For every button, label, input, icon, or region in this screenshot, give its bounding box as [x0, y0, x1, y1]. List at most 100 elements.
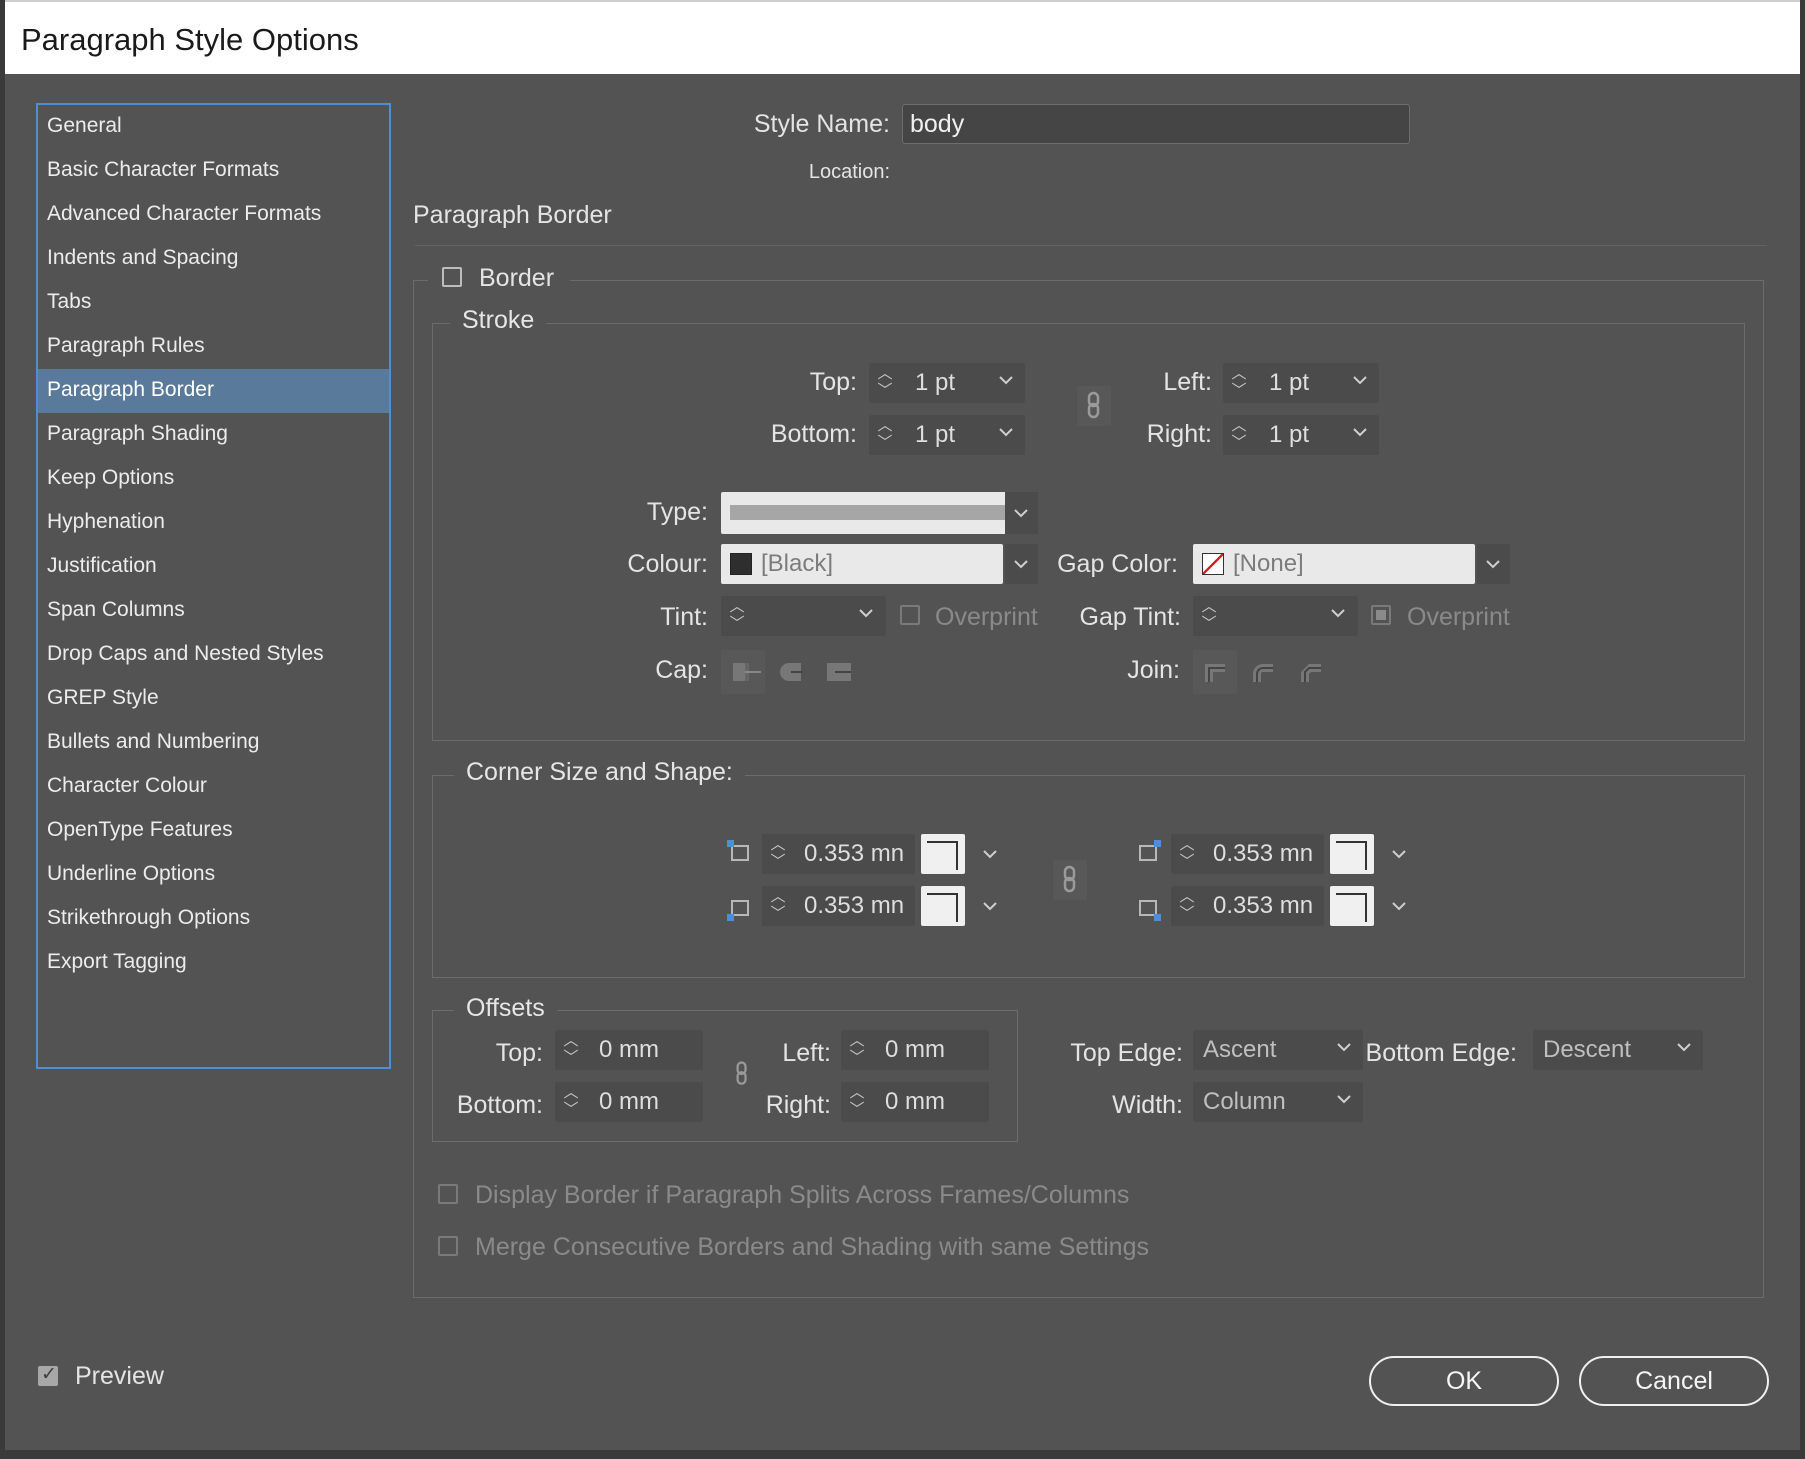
sidebar-item-justification[interactable]: Justification	[38, 545, 389, 589]
corner-shape-swatch[interactable]	[1330, 886, 1374, 926]
merge-borders-checkbox[interactable]	[438, 1236, 458, 1256]
chevron-down-icon[interactable]	[1335, 1038, 1353, 1056]
offset-right-field[interactable]: ︿ ﹀ 0 mm	[841, 1082, 989, 1122]
bottom-right-corner-icon	[1135, 896, 1163, 924]
butt-cap-icon[interactable]	[721, 650, 765, 694]
sidebar-item-hyphenation[interactable]: Hyphenation	[38, 501, 389, 545]
sidebar-item-general[interactable]: General	[38, 105, 389, 149]
sidebar-item-drop-caps-and-nested-styles[interactable]: Drop Caps and Nested Styles	[38, 633, 389, 677]
sidebar-item-opentype-features[interactable]: OpenType Features	[38, 809, 389, 853]
colour-dropdown-button[interactable]	[1005, 544, 1038, 584]
ok-button[interactable]: OK	[1369, 1356, 1559, 1406]
bevel-join-icon[interactable]	[1289, 650, 1333, 694]
sidebar-item-paragraph-border[interactable]: Paragraph Border	[38, 369, 389, 413]
stroke-left-field[interactable]: ︿ ﹀ 1 pt	[1223, 363, 1379, 403]
chevron-down-icon[interactable]	[1484, 555, 1502, 573]
dialog-title: Paragraph Style Options	[21, 22, 359, 57]
cancel-button[interactable]: Cancel	[1579, 1356, 1769, 1406]
link-chain-icon[interactable]	[1053, 860, 1087, 900]
width-dropdown[interactable]: Column	[1193, 1082, 1363, 1122]
sidebar-item-character-colour[interactable]: Character Colour	[38, 765, 389, 809]
corner-top-left-field[interactable]: ︿ ﹀ 0.353 mn	[762, 834, 915, 874]
stroke-type-dropdown-button[interactable]	[1005, 492, 1038, 534]
gap-tint-field[interactable]: ︿ ﹀	[1193, 596, 1358, 636]
round-join-icon[interactable]	[1241, 650, 1285, 694]
stroke-right-field[interactable]: ︿ ﹀ 1 pt	[1223, 415, 1379, 455]
border-checkbox-label[interactable]: Border	[479, 264, 554, 293]
preview-label[interactable]: Preview	[75, 1362, 164, 1391]
offset-bottom-field[interactable]: ︿ ﹀ 0 mm	[555, 1082, 703, 1122]
chevron-down-icon[interactable]	[981, 897, 999, 915]
chevron-down-icon[interactable]	[981, 845, 999, 863]
round-cap-icon[interactable]	[769, 650, 813, 694]
sidebar-item-underline-options[interactable]: Underline Options	[38, 853, 389, 897]
colour-dropdown[interactable]: [Black]	[721, 544, 1003, 584]
preview-checkbox[interactable]	[38, 1363, 58, 1386]
gap-overprint-checkbox[interactable]	[1371, 605, 1391, 625]
stepper-arrows-icon[interactable]: ︿ ﹀	[875, 417, 895, 453]
chevron-down-icon[interactable]	[857, 604, 875, 622]
chevron-down-icon[interactable]	[1335, 1090, 1353, 1108]
stepper-arrows-icon[interactable]: ︿ ﹀	[1229, 365, 1249, 401]
style-name-input[interactable]	[902, 104, 1410, 144]
corner-shape-swatch[interactable]	[1330, 834, 1374, 874]
chevron-down-icon[interactable]	[1329, 604, 1347, 622]
sidebar-item-basic-character-formats[interactable]: Basic Character Formats	[38, 149, 389, 193]
overprint-checkbox[interactable]	[900, 605, 920, 625]
chevron-down-icon[interactable]	[1012, 504, 1030, 522]
corner-bottom-right-field[interactable]: ︿ ﹀ 0.353 mn	[1171, 886, 1324, 926]
offset-left-field[interactable]: ︿ ﹀ 0 mm	[841, 1030, 989, 1070]
corner-shape-swatch[interactable]	[921, 834, 965, 874]
stepper-arrows-icon[interactable]: ︿ ﹀	[875, 365, 895, 401]
sidebar-item-indents-and-spacing[interactable]: Indents and Spacing	[38, 237, 389, 281]
stepper-arrows-icon[interactable]: ︿ ﹀	[768, 888, 788, 924]
sidebar-item-span-columns[interactable]: Span Columns	[38, 589, 389, 633]
chevron-down-icon[interactable]	[997, 423, 1015, 441]
stepper-arrows-icon[interactable]: ︿ ﹀	[1177, 888, 1197, 924]
stepper-arrows-icon[interactable]: ︿ ﹀	[847, 1032, 867, 1068]
stroke-left-value: 1 pt	[1269, 369, 1310, 396]
border-checkbox[interactable]	[442, 267, 462, 287]
sidebar-item-export-tagging[interactable]: Export Tagging	[38, 941, 389, 985]
stepper-arrows-icon[interactable]: ︿ ﹀	[727, 598, 747, 634]
sidebar-item-tabs[interactable]: Tabs	[38, 281, 389, 325]
miter-join-icon[interactable]	[1193, 650, 1237, 694]
sidebar-item-bullets-and-numbering[interactable]: Bullets and Numbering	[38, 721, 389, 765]
gap-color-dropdown-button[interactable]	[1477, 544, 1510, 584]
offset-right-value: 0 mm	[885, 1088, 945, 1115]
chevron-down-icon[interactable]	[997, 371, 1015, 389]
top-edge-dropdown[interactable]: Ascent	[1193, 1030, 1363, 1070]
tint-field[interactable]: ︿ ﹀	[721, 596, 886, 636]
display-split-checkbox[interactable]	[438, 1184, 458, 1204]
stepper-arrows-icon[interactable]: ︿ ﹀	[768, 836, 788, 872]
stepper-arrows-icon[interactable]: ︿ ﹀	[561, 1084, 581, 1120]
stepper-arrows-icon[interactable]: ︿ ﹀	[1177, 836, 1197, 872]
chevron-down-icon[interactable]	[1390, 845, 1408, 863]
offset-top-field[interactable]: ︿ ﹀ 0 mm	[555, 1030, 703, 1070]
stepper-arrows-icon[interactable]: ︿ ﹀	[847, 1084, 867, 1120]
sidebar-item-grep-style[interactable]: GREP Style	[38, 677, 389, 721]
stepper-arrows-icon[interactable]: ︿ ﹀	[1199, 598, 1219, 634]
corner-top-right-field[interactable]: ︿ ﹀ 0.353 mn	[1171, 834, 1324, 874]
sidebar-item-advanced-character-formats[interactable]: Advanced Character Formats	[38, 193, 389, 237]
corner-shape-swatch[interactable]	[921, 886, 965, 926]
stepper-arrows-icon[interactable]: ︿ ﹀	[561, 1032, 581, 1068]
stroke-bottom-field[interactable]: ︿ ﹀ 1 pt	[869, 415, 1025, 455]
top-edge-value: Ascent	[1203, 1036, 1277, 1063]
corner-bottom-left-field[interactable]: ︿ ﹀ 0.353 mn	[762, 886, 915, 926]
chevron-down-icon[interactable]	[1390, 897, 1408, 915]
projecting-cap-icon[interactable]	[817, 650, 861, 694]
chevron-down-icon[interactable]	[1351, 371, 1369, 389]
sidebar-item-paragraph-shading[interactable]: Paragraph Shading	[38, 413, 389, 457]
bottom-edge-dropdown[interactable]: Descent	[1533, 1030, 1703, 1070]
sidebar-item-keep-options[interactable]: Keep Options	[38, 457, 389, 501]
stroke-type-dropdown[interactable]	[721, 492, 1038, 534]
gap-color-dropdown[interactable]: [None]	[1193, 544, 1475, 584]
chevron-down-icon[interactable]	[1351, 423, 1369, 441]
stepper-arrows-icon[interactable]: ︿ ﹀	[1229, 417, 1249, 453]
chevron-down-icon[interactable]	[1675, 1038, 1693, 1056]
sidebar-item-strikethrough-options[interactable]: Strikethrough Options	[38, 897, 389, 941]
chevron-down-icon[interactable]	[1012, 555, 1030, 573]
sidebar-item-paragraph-rules[interactable]: Paragraph Rules	[38, 325, 389, 369]
stroke-top-field[interactable]: ︿ ﹀ 1 pt	[869, 363, 1025, 403]
